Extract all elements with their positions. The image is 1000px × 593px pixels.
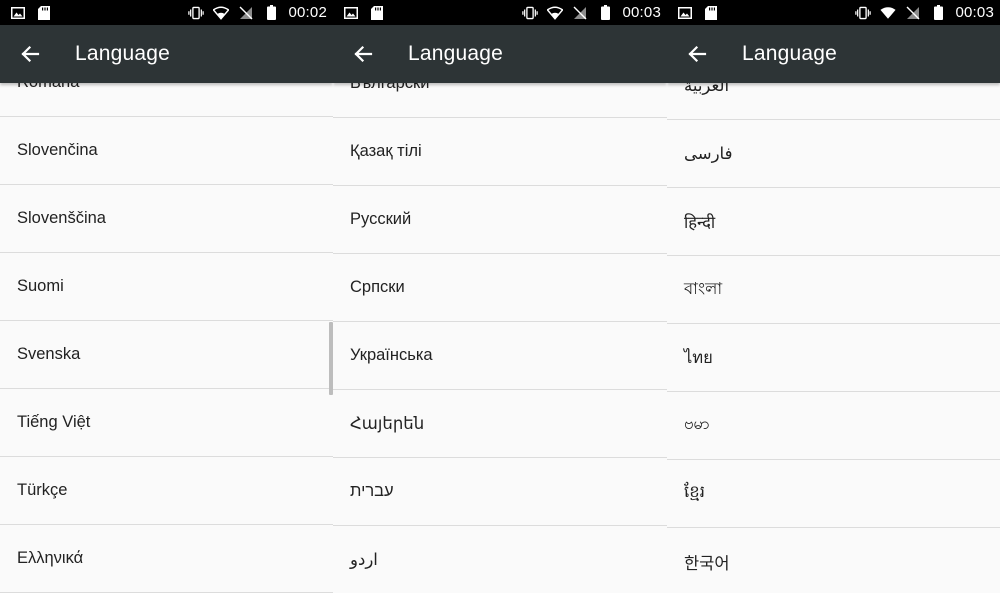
language-item[interactable]: فارسی <box>667 120 1000 188</box>
language-item[interactable]: Slovenčina <box>0 117 333 185</box>
language-label: ဗမာ <box>684 414 710 433</box>
language-label: اردو <box>350 550 378 569</box>
language-label: Русский <box>350 210 412 228</box>
language-item[interactable]: Slovenščina <box>0 185 333 253</box>
language-item[interactable]: Українська <box>333 322 667 390</box>
wifi-icon <box>213 5 230 21</box>
language-item[interactable]: ဗမာ <box>667 392 1000 460</box>
language-list: العربية فارسی हिन्दी বাংলা ไทย ဗမာ ខ្មែរ… <box>667 52 1000 593</box>
language-list: Български Қазақ тілі Русский Српски Укра… <box>333 50 667 593</box>
language-item[interactable]: Tiếng Việt <box>0 389 333 457</box>
image-icon <box>10 5 26 21</box>
language-label: Ελληνικά <box>17 549 84 567</box>
language-item[interactable]: ไทย <box>667 324 1000 392</box>
no-sim-icon <box>905 5 921 21</box>
wifi-icon <box>547 5 564 21</box>
status-time: 00:02 <box>288 4 327 21</box>
app-bar: Language <box>0 25 333 83</box>
language-item[interactable]: Türkçe <box>0 457 333 525</box>
language-item[interactable]: বাংলা <box>667 256 1000 324</box>
language-item[interactable]: 한국어 <box>667 528 1000 593</box>
back-arrow-icon <box>354 45 373 63</box>
vibrate-icon <box>522 5 539 21</box>
status-bar: 00:03 <box>333 0 667 25</box>
language-label: Slovenčina <box>17 141 98 159</box>
language-label: Українська <box>350 346 433 364</box>
language-label: ខ្មែរ <box>684 482 705 501</box>
back-button[interactable] <box>668 25 726 83</box>
language-label: فارسی <box>684 144 733 163</box>
language-label: Svenska <box>17 345 81 363</box>
language-item[interactable]: Српски <box>333 254 667 322</box>
language-item[interactable]: עברית <box>333 458 667 526</box>
language-label: 한국어 <box>684 554 730 573</box>
image-icon <box>677 5 693 21</box>
language-label: Српски <box>350 278 405 296</box>
page-title: Language <box>408 42 504 65</box>
language-label: বাংলা <box>684 280 723 298</box>
back-arrow-icon <box>21 45 40 63</box>
no-sim-icon <box>572 5 588 21</box>
back-arrow-icon <box>688 45 707 63</box>
language-label: Slovenščina <box>17 209 106 227</box>
language-label: Tiếng Việt <box>17 413 91 431</box>
sd-card-icon <box>369 5 385 21</box>
vibrate-icon <box>855 5 872 21</box>
wifi-icon <box>880 5 897 21</box>
language-list: Română Slovenčina Slovenščina Suomi Sven… <box>0 49 333 593</box>
image-icon <box>343 5 359 21</box>
phone-screen-3: 00:03 Language العربية فارسی हिन्दी বাংল… <box>667 0 1000 593</box>
page-title: Language <box>75 42 171 65</box>
status-bar: 00:02 <box>0 0 333 25</box>
language-label: हिन्दी <box>684 214 716 232</box>
language-item[interactable]: Հայերեն <box>333 390 667 458</box>
language-item[interactable]: ខ្មែរ <box>667 460 1000 528</box>
language-item[interactable]: Suomi <box>0 253 333 321</box>
language-item[interactable]: Ελληνικά <box>0 525 333 593</box>
vibrate-icon <box>188 5 205 21</box>
language-item[interactable]: Қазақ тілі <box>333 118 667 186</box>
language-label: Türkçe <box>17 481 68 499</box>
status-time: 00:03 <box>955 4 994 21</box>
app-bar: Language <box>333 25 667 83</box>
language-label: Suomi <box>17 277 64 295</box>
battery-icon <box>263 5 279 21</box>
page-title: Language <box>742 42 838 65</box>
status-time: 00:03 <box>622 4 661 21</box>
language-label: ไทย <box>684 348 713 367</box>
phone-screen-1: 00:02 Language Română Slovenčina Slovenš… <box>0 0 333 593</box>
language-item[interactable]: Русский <box>333 186 667 254</box>
app-bar: Language <box>667 25 1000 83</box>
back-button[interactable] <box>334 25 392 83</box>
phone-screen-2: 00:03 Language Български Қазақ тілі Русс… <box>333 0 667 593</box>
sd-card-icon <box>703 5 719 21</box>
battery-icon <box>597 5 613 21</box>
language-label: Հայերեն <box>350 414 425 433</box>
language-label: Қазақ тілі <box>350 142 422 160</box>
back-button[interactable] <box>1 25 59 83</box>
language-label: עברית <box>350 482 394 500</box>
battery-icon <box>930 5 946 21</box>
sd-card-icon <box>36 5 52 21</box>
status-bar: 00:03 <box>667 0 1000 25</box>
language-item[interactable]: Svenska <box>0 321 333 389</box>
language-item[interactable]: हिन्दी <box>667 188 1000 256</box>
no-sim-icon <box>238 5 254 21</box>
language-item[interactable]: اردو <box>333 526 667 593</box>
